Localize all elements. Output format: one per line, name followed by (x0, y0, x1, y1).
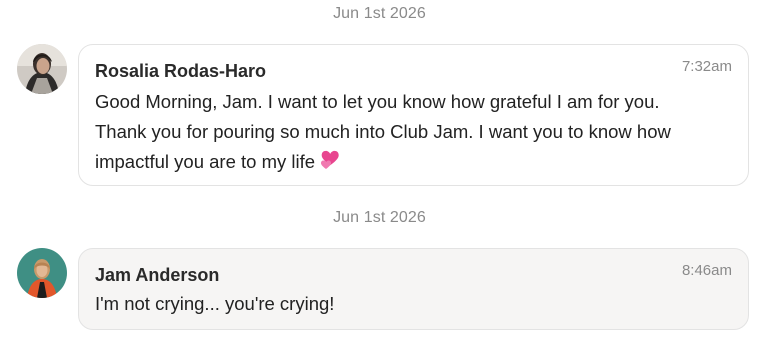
message-timestamp: 7:32am (681, 58, 732, 75)
message-line-last: impactful you are to my life (95, 147, 732, 179)
sender-name[interactable]: Jam Anderson (95, 263, 732, 287)
avatar-photo (17, 248, 67, 298)
message-line-text: impactful you are to my life (95, 151, 316, 172)
two-hearts-icon (321, 149, 343, 179)
avatar-photo (17, 44, 67, 94)
message-line: Thank you for pouring so much into Club … (95, 121, 671, 142)
message-timestamp: 8:46am (681, 262, 732, 279)
message-bubble[interactable]: Jam Anderson 8:46am I'm not crying... yo… (78, 248, 749, 330)
avatar-jam[interactable] (17, 248, 67, 298)
date-separator: Jun 1st 2026 (333, 209, 426, 226)
message-line: I'm not crying... you're crying! (95, 293, 335, 314)
message-text: I'm not crying... you're crying! (95, 289, 732, 319)
message-text: Good Morning, Jam. I want to let you kno… (95, 87, 732, 179)
message-bubble[interactable]: Rosalia Rodas-Haro 7:32am Good Morning, … (78, 44, 749, 186)
sender-name[interactable]: Rosalia Rodas-Haro (95, 59, 732, 83)
avatar-rosalia[interactable] (17, 44, 67, 94)
message-thread: Jun 1st 2026 Rosalia Rodas-Haro 7:32am G… (0, 0, 759, 337)
date-separator: Jun 1st 2026 (333, 5, 426, 22)
message-line: Good Morning, Jam. I want to let you kno… (95, 91, 660, 112)
